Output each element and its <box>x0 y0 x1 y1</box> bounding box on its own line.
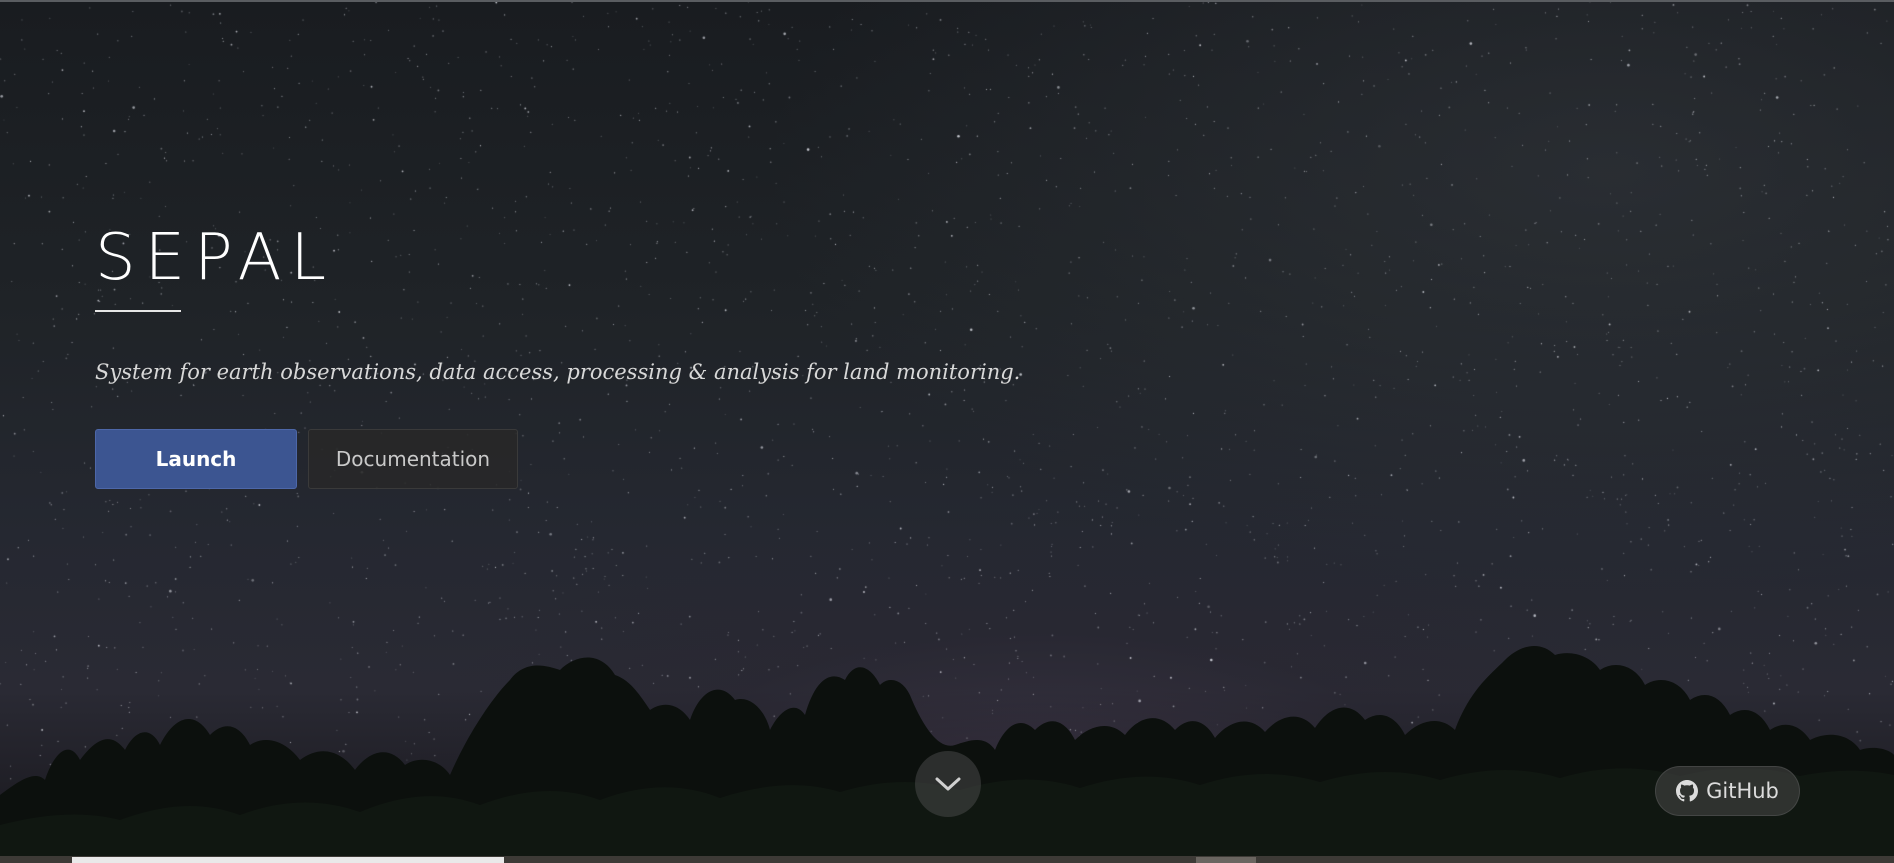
treeline-silhouette <box>0 645 1894 863</box>
launch-button[interactable]: Launch <box>95 429 297 489</box>
github-label: GitHub <box>1706 779 1779 803</box>
github-icon <box>1676 780 1699 802</box>
github-link[interactable]: GitHub <box>1655 766 1800 816</box>
chevron-down-icon <box>935 777 961 791</box>
title-underline <box>95 310 181 312</box>
tagline: System for earth observations, data acce… <box>95 360 1021 384</box>
top-edge <box>0 0 1894 2</box>
scroll-down-button[interactable] <box>915 751 981 817</box>
page-title: SEPAL <box>95 221 335 295</box>
hero-section: SEPAL System for earth observations, dat… <box>0 0 1894 863</box>
documentation-button[interactable]: Documentation <box>308 429 518 489</box>
bottom-strip-segment <box>1196 857 1256 863</box>
bottom-tab-indicator <box>72 857 504 863</box>
